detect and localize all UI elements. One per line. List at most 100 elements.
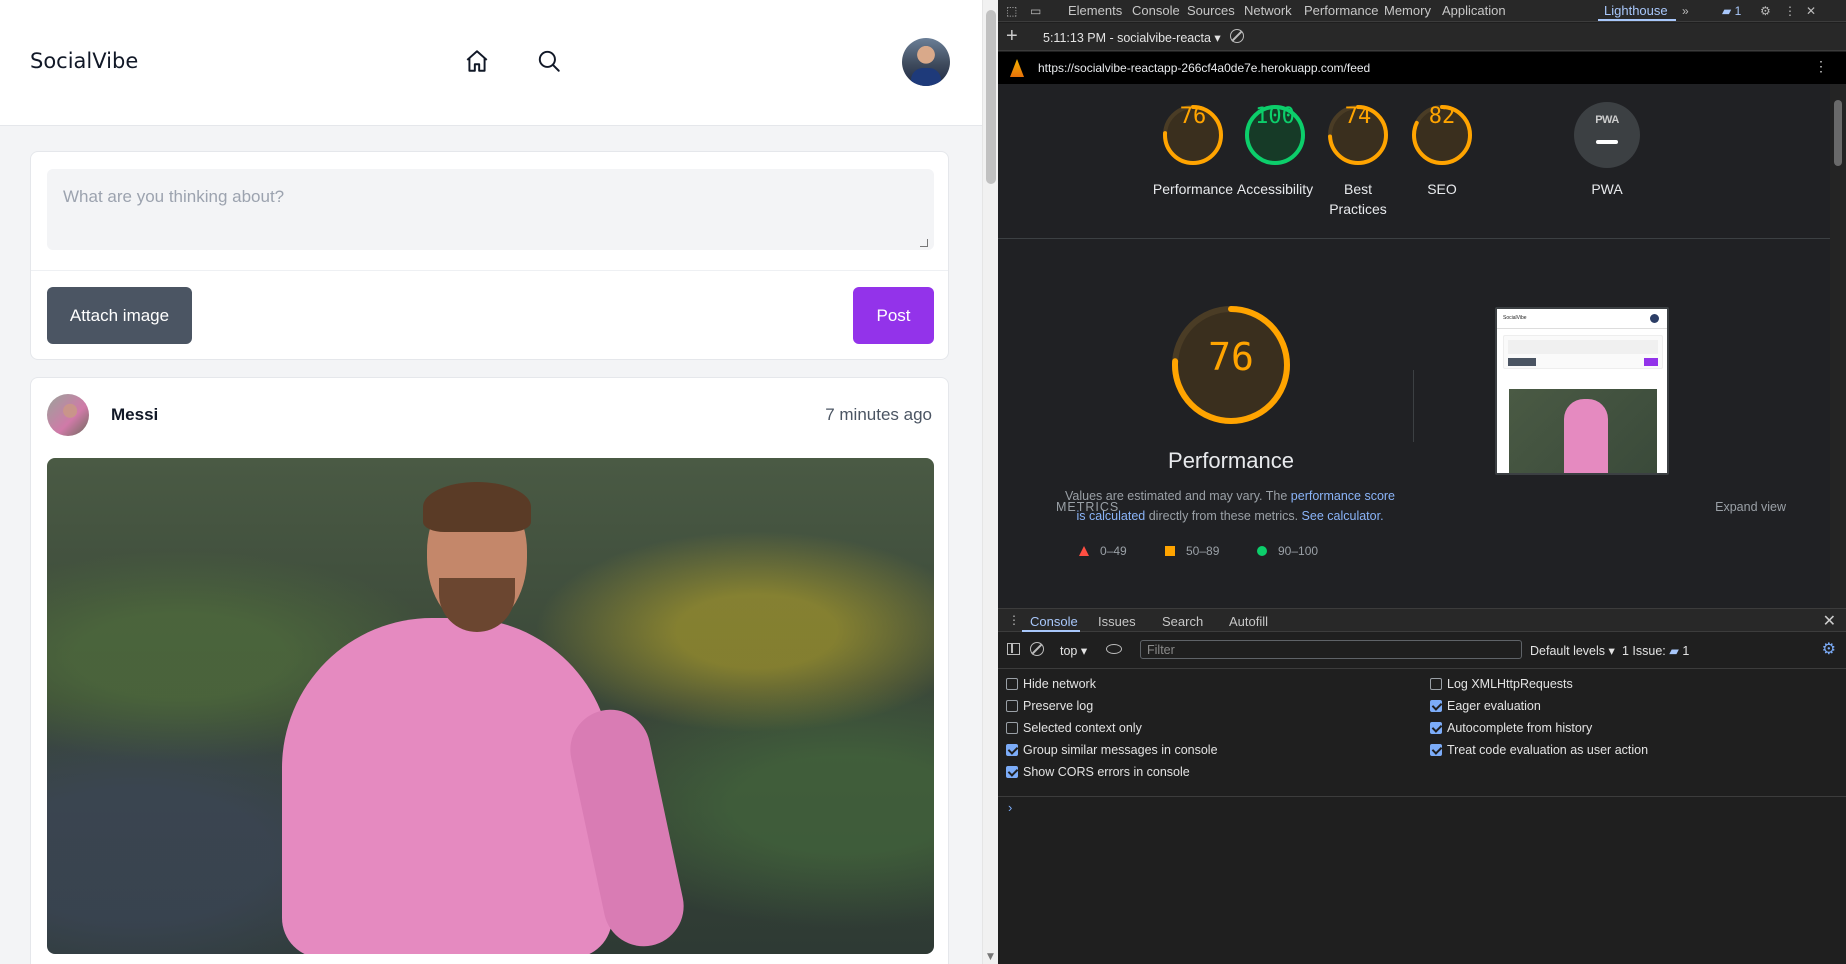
audited-url[interactable]: https://socialvibe-reactapp-266cf4a0de7e…: [1038, 61, 1370, 75]
setting-checkbox[interactable]: [1006, 700, 1018, 712]
setting-label: Group similar messages in console: [1023, 743, 1218, 757]
user-avatar[interactable]: [902, 38, 950, 86]
setting-checkbox[interactable]: [1430, 744, 1442, 756]
more-tabs-icon[interactable]: »: [1682, 4, 1689, 18]
active-tab-indicator: [1022, 630, 1080, 632]
attach-image-button[interactable]: Attach image: [47, 287, 192, 344]
settings-gear-icon[interactable]: ⚙: [1760, 4, 1771, 18]
score-value-seo: 82: [1428, 104, 1456, 129]
inspect-element-icon[interactable]: ⬚: [1006, 4, 1017, 18]
legend-square-icon: [1165, 546, 1175, 556]
tab-sources[interactable]: Sources: [1187, 3, 1235, 18]
close-devtools-icon[interactable]: ✕: [1806, 4, 1816, 18]
note-text: directly from these metrics.: [1145, 509, 1302, 523]
tab-network[interactable]: Network: [1244, 3, 1292, 18]
score-gauge-pwa[interactable]: PWA: [1574, 102, 1640, 168]
report-menu-icon[interactable]: ⋮: [1814, 58, 1828, 75]
setting-label: Selected context only: [1023, 721, 1142, 735]
report-scrollbar[interactable]: [1830, 84, 1846, 608]
setting-label: Autocomplete from history: [1447, 721, 1593, 735]
console-settings-icon[interactable]: ⚙: [1822, 639, 1836, 659]
post-composer: Attach image Post: [30, 151, 949, 360]
console-prompt-icon[interactable]: ›: [1008, 800, 1012, 815]
drawer-tabbar: ⋮ Console Issues Search Autofill ✕: [998, 608, 1846, 632]
page-screenshot-thumbnail[interactable]: SocialVibe: [1495, 307, 1669, 475]
scrollbar-thumb[interactable]: [1834, 100, 1842, 166]
legend-circle-icon: [1257, 546, 1267, 556]
divider: [998, 796, 1846, 797]
divider: [31, 270, 948, 271]
setting-checkbox[interactable]: [1006, 678, 1018, 690]
close-drawer-icon[interactable]: ✕: [1823, 611, 1836, 631]
drawer-tab-issues[interactable]: Issues: [1098, 614, 1136, 629]
pwa-badge-icon: PWA: [1595, 114, 1619, 126]
new-report-icon[interactable]: +: [1006, 25, 1018, 48]
clear-reports-icon[interactable]: [1230, 29, 1244, 43]
setting-checkbox[interactable]: [1430, 700, 1442, 712]
page-scrollbar[interactable]: ▼: [982, 0, 998, 964]
legend-triangle-icon: [1079, 546, 1089, 556]
log-levels-label: Default levels: [1530, 644, 1606, 658]
performance-main-score: 76: [1208, 335, 1254, 379]
tab-memory[interactable]: Memory: [1384, 3, 1431, 18]
socialvibe-app: SocialVibe Attach image Post Messi 7 min…: [0, 0, 982, 964]
console-filter-input[interactable]: [1140, 640, 1522, 659]
setting-checkbox[interactable]: [1430, 678, 1442, 690]
setting-checkbox[interactable]: [1006, 722, 1018, 734]
tab-performance[interactable]: Performance: [1304, 3, 1378, 18]
drawer-menu-icon[interactable]: ⋮: [1008, 613, 1020, 627]
thumbnail-attach-button: [1508, 358, 1536, 366]
lighthouse-toolbar: + 5:11:13 PM - socialvibe-reacta ▾: [998, 23, 1846, 51]
post-author-name[interactable]: Messi: [111, 405, 158, 425]
device-toolbar-icon[interactable]: ▭: [1030, 4, 1041, 18]
console-issues-button[interactable]: 1 Issue: ▰ 1: [1622, 643, 1689, 658]
setting-checkbox[interactable]: [1430, 722, 1442, 734]
drawer-tab-search[interactable]: Search: [1162, 614, 1203, 629]
search-icon[interactable]: [536, 48, 562, 74]
context-select[interactable]: top ▾: [1060, 643, 1087, 658]
feed-post: Messi 7 minutes ago: [30, 377, 949, 964]
resize-grip-icon[interactable]: [920, 239, 928, 247]
console-sidebar-icon[interactable]: [1007, 643, 1020, 655]
see-calculator-link[interactable]: See calculator.: [1302, 509, 1384, 523]
performance-title: Performance: [1168, 448, 1294, 473]
expand-view-toggle[interactable]: Expand view: [1715, 500, 1786, 514]
setting-checkbox[interactable]: [1006, 766, 1018, 778]
scroll-down-arrow-icon[interactable]: ▼: [987, 952, 994, 962]
issues-badge[interactable]: ▰ 1: [1722, 4, 1741, 18]
home-icon[interactable]: [464, 48, 490, 74]
tab-application[interactable]: Application: [1442, 3, 1506, 18]
post-author-avatar[interactable]: [47, 394, 89, 436]
tab-console[interactable]: Console: [1132, 3, 1180, 18]
post-image: [47, 458, 934, 954]
player-hair: [423, 482, 531, 532]
issues-count: 1: [1682, 644, 1690, 658]
post-button[interactable]: Post: [853, 287, 934, 344]
console-toolbar: top ▾ Default levels ▾ 1 Issue: ▰ 1 ⚙: [998, 633, 1846, 669]
scrollbar-thumb[interactable]: [986, 10, 996, 184]
score-value-accessibility: 100: [1255, 104, 1295, 129]
setting-checkbox[interactable]: [1006, 744, 1018, 756]
app-title[interactable]: SocialVibe: [30, 49, 138, 73]
drawer-tab-console[interactable]: Console: [1030, 614, 1078, 629]
more-options-icon[interactable]: ⋮: [1784, 4, 1796, 18]
thumbnail-title: SocialVibe: [1503, 315, 1527, 321]
legend-range-average: 50–89: [1186, 544, 1220, 558]
report-select[interactable]: 5:11:13 PM - socialvibe-reacta ▾: [1043, 30, 1221, 45]
tab-lighthouse[interactable]: Lighthouse: [1604, 3, 1668, 18]
app-header: SocialVibe: [0, 0, 982, 126]
legend-range-fail: 0–49: [1100, 544, 1127, 558]
lighthouse-report: 76 Performance 100 Accessibility 74 Best…: [998, 84, 1830, 608]
context-label: top: [1060, 644, 1078, 658]
live-expression-eye-icon[interactable]: [1106, 644, 1122, 654]
log-levels-select[interactable]: Default levels ▾: [1530, 643, 1615, 658]
thumbnail-avatar: [1650, 314, 1659, 323]
thumbnail-header: SocialVibe: [1497, 309, 1667, 329]
post-timestamp: 7 minutes ago: [825, 405, 932, 424]
drawer-tab-autofill[interactable]: Autofill: [1229, 614, 1268, 629]
clear-console-icon[interactable]: [1030, 642, 1044, 656]
composer-input[interactable]: [47, 169, 934, 250]
report-select-label: 5:11:13 PM - socialvibe-reacta: [1043, 31, 1211, 45]
score-value-performance: 76: [1179, 104, 1207, 129]
tab-elements[interactable]: Elements: [1068, 3, 1122, 18]
